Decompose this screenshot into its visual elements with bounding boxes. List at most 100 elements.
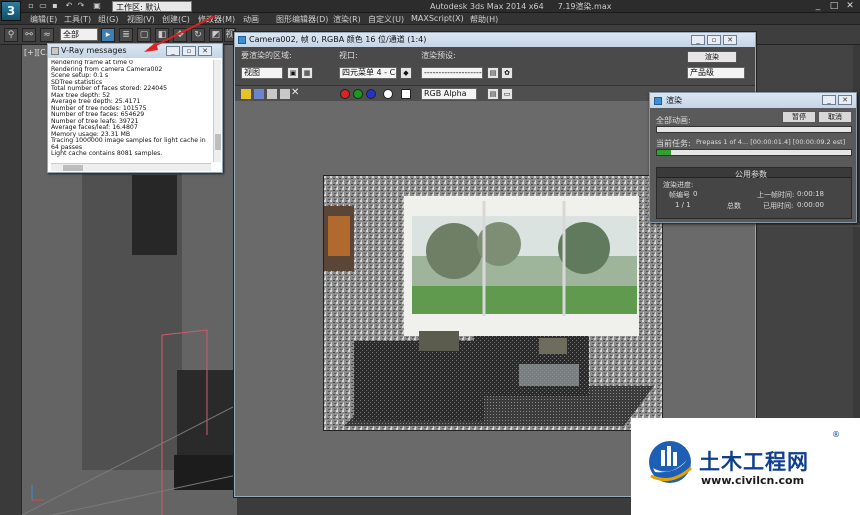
link-icon[interactable]: ⚲: [4, 28, 18, 42]
vray-horizontal-scrollbar[interactable]: [51, 163, 211, 171]
auto-select-region-icon[interactable]: ▦: [301, 67, 313, 79]
current-task-label: 当前任务:: [656, 139, 691, 148]
app-name: Autodesk 3ds Max 2014 x64: [430, 2, 544, 11]
save-image-icon[interactable]: [241, 89, 251, 99]
render-progress-dialog[interactable]: 渲染 _ ✕ 暂停 取消 全部动画: 当前任务: Prepass 1 of 4.…: [649, 92, 857, 223]
menu-tools[interactable]: 工具(T): [64, 14, 91, 25]
total-label: 总数: [727, 202, 741, 210]
hscroll-thumb[interactable]: [63, 165, 83, 171]
menu-animation[interactable]: 动画: [243, 14, 259, 25]
maximize-icon[interactable]: □: [826, 0, 842, 12]
render-area-dropdown[interactable]: 视图: [241, 67, 283, 79]
green-channel-icon[interactable]: [353, 89, 363, 99]
render-preset-dropdown[interactable]: --------------------: [421, 67, 483, 79]
frame-buffer-controls: 要渲染的区域: 视图 ▣ ▦ 视口: 四元菜单 4 - Can ◆ 渲染预设: …: [235, 47, 755, 85]
unlink-icon[interactable]: ⚯: [22, 28, 36, 42]
vfb-close-icon[interactable]: ✕: [723, 35, 737, 45]
frame-buffer-title: Camera002, 帧 0, RGBA 颜色 16 位/通道 (1:4): [235, 33, 755, 47]
alpha-channel-icon[interactable]: [383, 89, 393, 99]
common-params-section: 公用参数 渲染进度: 帧编号 0 上一帧时间: 0:00:18 1 / 1 总数…: [656, 167, 852, 219]
render-preset-label: 渲染预设:: [421, 51, 456, 60]
blue-channel-icon[interactable]: [366, 89, 376, 99]
copy-image-icon[interactable]: [254, 89, 264, 99]
menu-group[interactable]: 组(G): [98, 14, 118, 25]
selection-filter-dropdown[interactable]: 全部: [60, 28, 98, 41]
vray-messages-window[interactable]: V-Ray messages _ ▫ ✕ Rendering frame at …: [47, 43, 223, 173]
production-dropdown[interactable]: 产品级: [687, 67, 745, 79]
watermark-url: www.civilcn.com: [701, 474, 805, 487]
redo-icon[interactable]: ↷: [76, 1, 86, 11]
current-task-bar-fill: [657, 150, 671, 155]
display-window-icon[interactable]: ▭: [501, 88, 513, 100]
minimize-icon[interactable]: _: [810, 0, 826, 12]
pause-button[interactable]: 暂停: [782, 111, 816, 123]
select-object-icon[interactable]: ▸: [101, 28, 115, 42]
log-line: Light cache contains 8081 samples.: [51, 150, 163, 157]
print-image-icon[interactable]: [280, 89, 290, 99]
total-animation-bar: [656, 126, 852, 133]
viewport-dropdown[interactable]: 四元菜单 4 - Can: [339, 67, 397, 79]
undo-icon[interactable]: ↶: [64, 1, 74, 11]
channel-dropdown[interactable]: RGB Alpha: [421, 88, 477, 100]
menu-customize[interactable]: 自定义(U): [368, 14, 404, 25]
toggle-ui-icon[interactable]: ▤: [487, 88, 499, 100]
app-logo-icon[interactable]: 3: [1, 1, 21, 21]
bind-spacewarp-icon[interactable]: ≈: [40, 28, 54, 42]
frame-number-value: 0: [693, 190, 698, 198]
total-animation-label: 全部动画:: [656, 116, 691, 125]
left-panel-strip: [0, 45, 22, 515]
render-area-label: 要渲染的区域:: [241, 51, 292, 60]
elapsed-time-value: 0:00:00: [797, 201, 824, 209]
progress-minimize-icon[interactable]: _: [822, 95, 836, 105]
file-name: 7.19渲染.max: [557, 2, 612, 11]
app-title: Autodesk 3ds Max 2014 x64 7.19渲染.max: [430, 1, 626, 12]
annotation-arrow: [144, 15, 216, 52]
current-task-bar: [656, 149, 852, 156]
app-title-bar: ▫ ▭ ▪ ↶ ↷ ▣ 工作区: 默认 Autodesk 3ds Max 201…: [0, 0, 860, 13]
mono-icon[interactable]: [401, 89, 411, 99]
cancel-button[interactable]: 取消: [818, 111, 852, 123]
watermark-brand: 土木工程网: [699, 450, 809, 474]
menu-bar: 编辑(E) 工具(T) 组(G) 视图(V) 创建(C) 修改器(M) 动画 图…: [0, 13, 860, 25]
progress-close-icon[interactable]: ✕: [838, 95, 852, 105]
menu-help[interactable]: 帮助(H): [470, 14, 498, 25]
render-setup-icon[interactable]: ▤: [487, 67, 499, 79]
vfb-minimize-icon[interactable]: _: [691, 35, 705, 45]
progress-window-icon: [654, 97, 662, 105]
frame-count-value: 1 / 1: [675, 201, 691, 209]
vray-vertical-scrollbar[interactable]: [213, 60, 221, 162]
edit-region-icon[interactable]: ▣: [287, 67, 299, 79]
window-app-icon: [238, 36, 246, 44]
vray-log-text: Rendering frame at time 0 Rendering from…: [51, 60, 211, 162]
menu-rendering[interactable]: 渲染(R): [333, 14, 361, 25]
save-file-icon[interactable]: ▪: [50, 1, 60, 11]
last-frame-time-label: 上一帧时间:: [757, 191, 795, 199]
menu-edit[interactable]: 编辑(E): [30, 14, 57, 25]
environment-effects-icon[interactable]: ✿: [501, 67, 513, 79]
vfb-maximize-icon[interactable]: ▫: [707, 35, 721, 45]
close-icon[interactable]: ✕: [842, 0, 858, 12]
frame-number-label: 帧编号: [669, 191, 690, 199]
red-channel-icon[interactable]: [340, 89, 350, 99]
new-file-icon[interactable]: ▫: [26, 1, 36, 11]
open-file-icon[interactable]: ▭: [38, 1, 48, 11]
elapsed-time-label: 已用时间:: [763, 202, 794, 210]
viewport-label-text: 视口:: [339, 51, 358, 60]
civilcn-logo-icon: [649, 441, 693, 483]
current-task-value: Prepass 1 of 4... [00:00:01.4] [00:00:09…: [696, 138, 846, 146]
params-section-title: 公用参数: [735, 170, 767, 179]
workspace-dropdown[interactable]: 工作区: 默认: [112, 1, 192, 12]
select-by-name-icon[interactable]: ≣: [119, 28, 133, 42]
render-button[interactable]: 渲染: [687, 51, 737, 63]
menu-graph-editors[interactable]: 图形编辑器(D): [276, 14, 328, 25]
clone-frame-icon[interactable]: [267, 89, 277, 99]
watermark: 土木工程网 ® www.civilcn.com: [631, 418, 860, 515]
lock-viewport-icon[interactable]: ◆: [400, 67, 412, 79]
project-folder-icon[interactable]: ▣: [92, 1, 102, 11]
menu-maxscript[interactable]: MAXScript(X): [411, 14, 464, 23]
render-image-graphic: [324, 176, 662, 430]
render-preview-image: [323, 175, 663, 431]
vray-window-icon: [51, 47, 59, 55]
clear-icon[interactable]: ✕: [291, 87, 301, 99]
scroll-thumb[interactable]: [215, 134, 221, 150]
